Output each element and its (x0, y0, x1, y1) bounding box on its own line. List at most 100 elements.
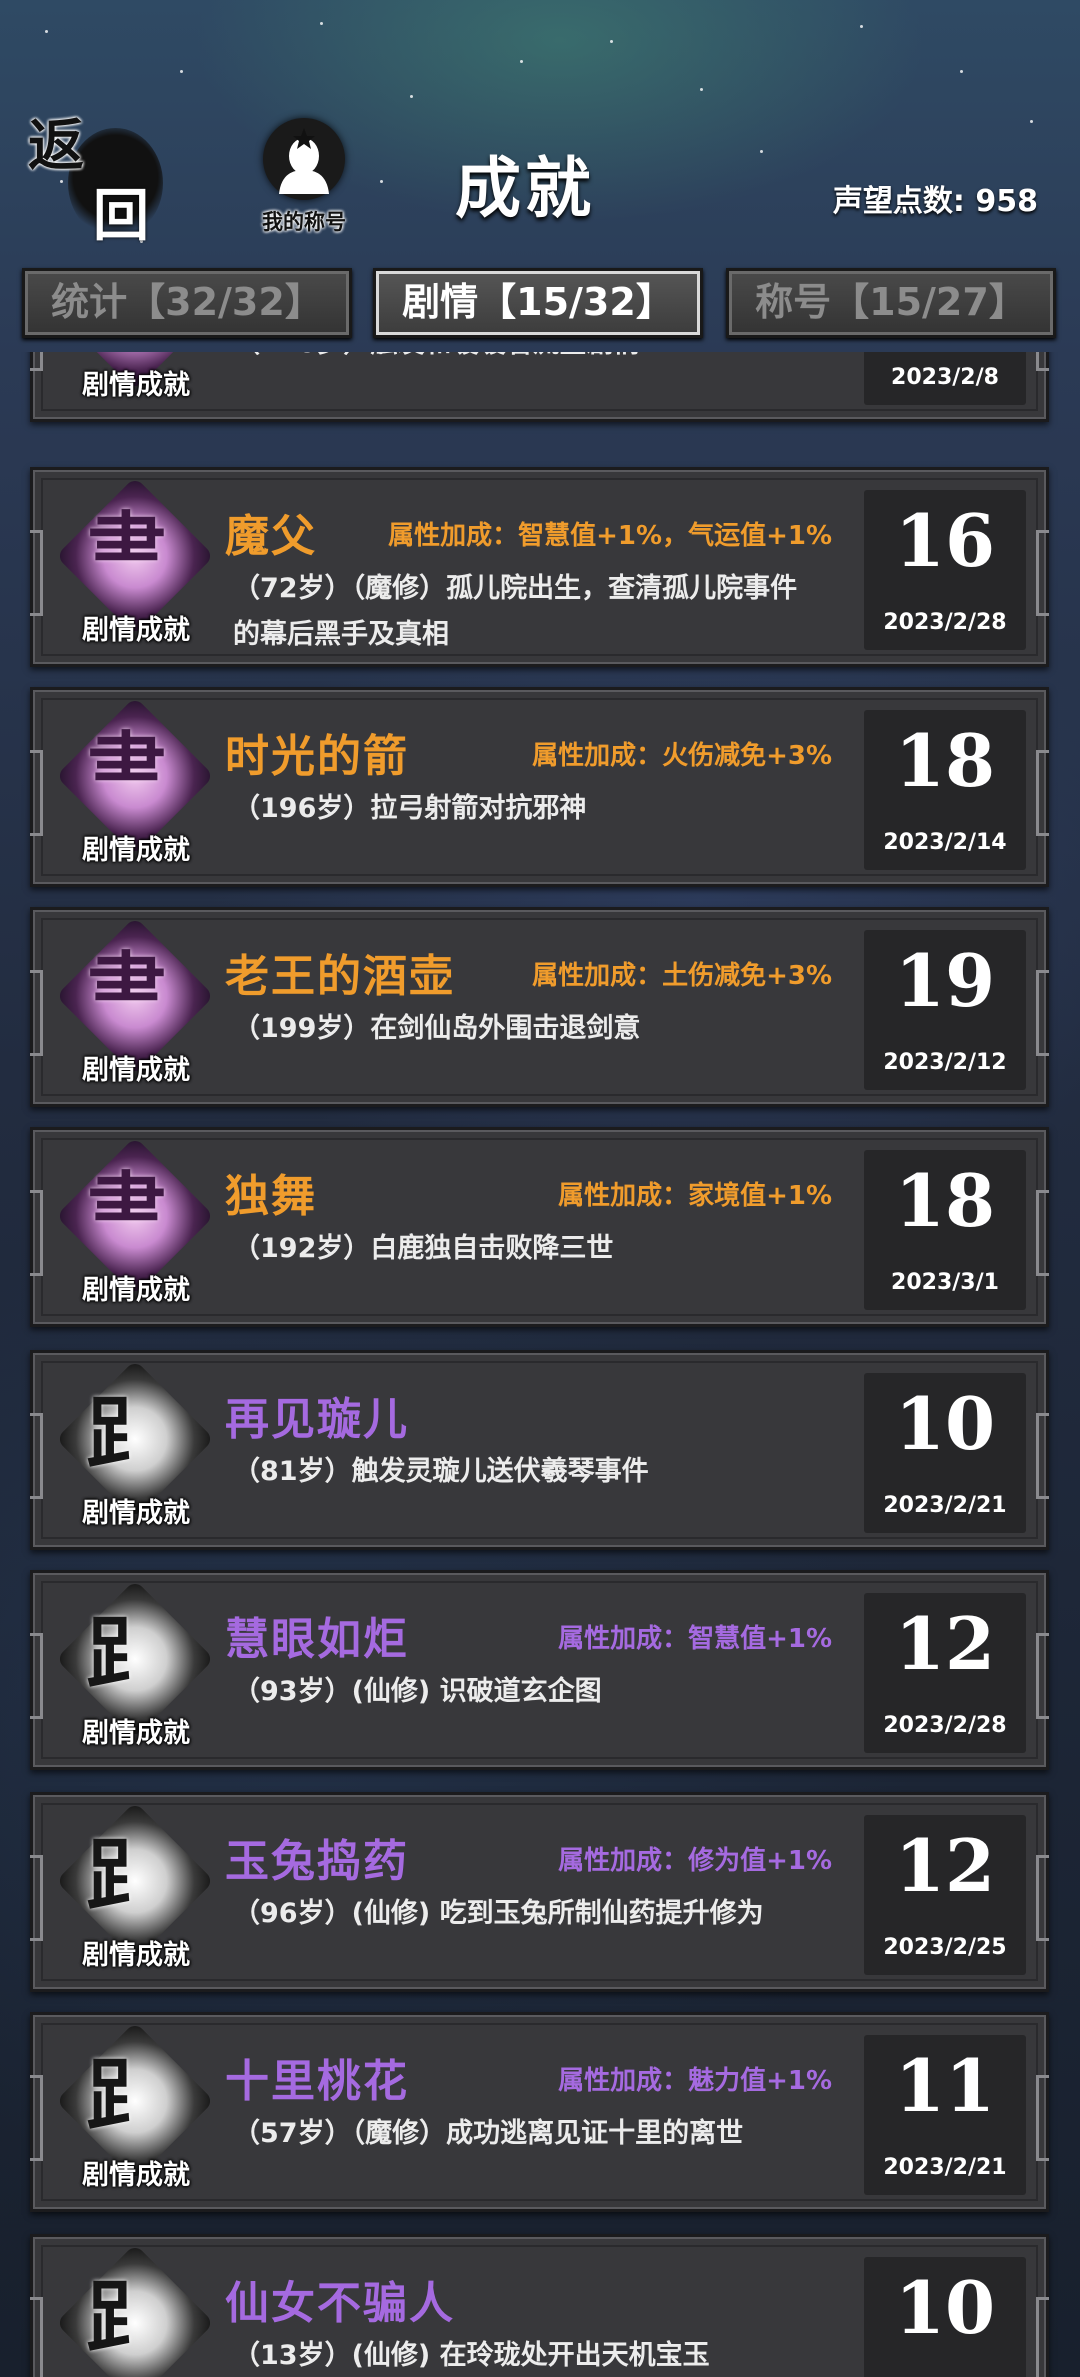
achievement-card[interactable]: ⺻ 剧情成就 （170岁）触发和暖暖看流星剧情 15 2023/2/8 (30, 352, 1049, 422)
badge-glyph: ⻊ (86, 1606, 166, 1700)
achievement-date: 2023/2/8 (891, 365, 999, 390)
star-decoration (320, 22, 323, 25)
achievement-name: 仙女不骗人 (225, 2278, 455, 2329)
back-button[interactable]: 返 回 (28, 108, 163, 258)
achievement-date: 2023/2/28 (883, 1713, 1007, 1738)
achievement-stat-box: 10 2023/2/21 (864, 1373, 1026, 1533)
achievement-count: 10 (894, 2265, 996, 2350)
achievement-count: 11 (894, 2043, 996, 2128)
achievement-card[interactable]: ⻊ 剧情成就 十里桃花 属性加成：魅力值+1% （57岁）（魔修）成功逃离见证十… (30, 2012, 1049, 2212)
achievement-badge-icon: ⺻ 剧情成就 (55, 696, 215, 868)
person-with-star-icon (279, 128, 329, 194)
achievement-stat-box: 18 2023/2/14 (864, 710, 1026, 870)
achievement-stat-box: 12 2023/2/28 (864, 1593, 1026, 1753)
page-title: 成就 (455, 150, 595, 227)
badge-glyph: ⻊ (86, 2270, 166, 2364)
achievement-date: 2023/2/25 (883, 1935, 1007, 1960)
achievement-card[interactable]: ⻊ 剧情成就 仙女不骗人 （13岁）(仙修) 在玲珑处开出天机宝玉 10 (30, 2234, 1049, 2377)
achievement-bonus: 属性加成：智慧值+1% (558, 1624, 832, 1654)
badge-glyph: ⻊ (86, 1828, 166, 1922)
achievement-stat-box: 15 2023/2/8 (864, 352, 1026, 405)
badge-caption: 剧情成就 (82, 370, 190, 401)
achievement-card[interactable]: ⻊ 剧情成就 慧眼如炬 属性加成：智慧值+1% （93岁）(仙修) 识破道玄企图… (30, 1570, 1049, 1770)
achievement-card[interactable]: ⺻ 剧情成就 魔父 属性加成：智慧值+1%，气运值+1% （72岁）（魔修）孤儿… (30, 467, 1049, 667)
back-label-second: 回 (93, 183, 149, 249)
achievement-description: （192岁）白鹿独自击败降三世 (233, 1233, 614, 1264)
achievement-count: 19 (894, 938, 996, 1023)
achievement-description: （199岁）在剑仙岛外围击退剑意 (233, 1013, 641, 1044)
achievement-description: （72岁）（魔修）孤儿院出生，查清孤儿院事件的幕后黑手及真相 (233, 573, 798, 650)
achievement-badge-icon: ⻊ 剧情成就 (55, 1801, 215, 1973)
achievement-card[interactable]: ⺻ 剧情成就 老王的酒壶 属性加成：土伤减免+3% （199岁）在剑仙岛外围击退… (30, 907, 1049, 1107)
achievement-name: 十里桃花 (225, 2056, 409, 2107)
achievement-card[interactable]: ⺻ 剧情成就 独舞 属性加成：家境值+1% （192岁）白鹿独自击败降三世 18… (30, 1127, 1049, 1327)
badge-glyph: ⺻ (86, 503, 166, 597)
achievement-bonus: 属性加成：修为值+1% (558, 1846, 832, 1876)
achievement-badge-icon: ⻊ 剧情成就 (55, 2021, 215, 2193)
tab-statistics[interactable]: 统计【32/32】 (22, 268, 352, 338)
tab-story[interactable]: 剧情【15/32】 (373, 268, 703, 338)
badge-caption: 剧情成就 (82, 835, 190, 866)
achievement-name: 独舞 (225, 1171, 317, 1222)
achievement-name: 时光的箭 (225, 731, 409, 782)
achievement-badge-icon: ⺻ 剧情成就 (55, 916, 215, 1088)
achievement-description: （96岁）(仙修) 吃到玉兔所制仙药提升修为 (233, 1898, 764, 1929)
achievement-date: 2023/2/21 (883, 2155, 1007, 2180)
achievement-bonus: 属性加成：家境值+1% (558, 1181, 832, 1211)
achievement-card[interactable]: ⺻ 剧情成就 时光的箭 属性加成：火伤减免+3% （196岁）拉弓射箭对抗邪神 … (30, 687, 1049, 887)
badge-caption: 剧情成就 (82, 1055, 190, 1086)
achievement-date: 2023/2/14 (883, 830, 1007, 855)
achievement-date: 2023/2/28 (883, 610, 1007, 635)
my-title-button[interactable]: 我的称号 (245, 118, 363, 236)
badge-caption: 剧情成就 (82, 1498, 190, 1529)
achievement-stat-box: 16 2023/2/28 (864, 490, 1026, 650)
achievement-badge-icon: ⻊ 剧情成就 (55, 1579, 215, 1751)
badge-caption: 剧情成就 (82, 2160, 190, 2191)
achievement-name: 魔父 (225, 511, 317, 562)
achievement-bonus: 属性加成：魅力值+1% (558, 2066, 832, 2096)
achievement-card[interactable]: ⻊ 剧情成就 再见璇儿 （81岁）触发灵璇儿送伏羲琴事件 10 2023/2/2… (30, 1350, 1049, 1550)
star-decoration (180, 70, 183, 73)
my-title-label: 我的称号 (262, 210, 346, 234)
achievement-description: （57岁）（魔修）成功逃离见证十里的离世 (233, 2118, 744, 2149)
badge-caption: 剧情成就 (82, 615, 190, 646)
achievement-bonus: 属性加成：智慧值+1%，气运值+1% (388, 521, 832, 551)
achievement-date: 2023/3/1 (891, 1270, 999, 1295)
star-decoration (760, 150, 763, 153)
achievement-description: （170岁）触发和暖暖看流星剧情 (233, 352, 823, 367)
badge-glyph: ⻊ (86, 2048, 166, 2142)
achievement-bonus: 属性加成：土伤减免+3% (532, 961, 832, 991)
achievement-stat-box: 19 2023/2/12 (864, 930, 1026, 1090)
achievement-stat-box: 10 (864, 2257, 1026, 2377)
achievement-count: 12 (894, 1823, 996, 1908)
achievement-description: （93岁）(仙修) 识破道玄企图 (233, 1676, 602, 1707)
star-decoration (960, 70, 963, 73)
star-decoration (610, 40, 613, 43)
badge-glyph: ⺻ (86, 943, 166, 1037)
achievement-date: 2023/2/12 (883, 1050, 1007, 1075)
badge-caption: 剧情成就 (82, 1275, 190, 1306)
achievement-count: 12 (894, 1601, 996, 1686)
achievement-badge-icon: ⻊ 剧情成就 (55, 1359, 215, 1531)
star-decoration (520, 60, 523, 63)
achievement-name: 玉兔捣药 (225, 1836, 409, 1887)
badge-caption: 剧情成就 (82, 1940, 190, 1971)
back-label-first: 返 (28, 113, 84, 179)
star-decoration (1030, 120, 1033, 123)
achievement-count: 16 (894, 498, 996, 583)
achievement-card[interactable]: ⻊ 剧情成就 玉兔捣药 属性加成：修为值+1% （96岁）(仙修) 吃到玉兔所制… (30, 1792, 1049, 1992)
achievement-badge-icon: ⺻ 剧情成就 (55, 1136, 215, 1308)
achievement-bonus: 属性加成：火伤减免+3% (532, 741, 832, 771)
badge-glyph: ⺻ (86, 1163, 166, 1257)
achievement-description: （13岁）(仙修) 在玲珑处开出天机宝玉 (233, 2340, 710, 2371)
tab-titles[interactable]: 称号【15/27】 (726, 268, 1056, 338)
achievement-list[interactable]: ⺻ 剧情成就 （170岁）触发和暖暖看流星剧情 15 2023/2/8 ⺻ 剧情… (0, 352, 1080, 2377)
achievement-count: 18 (894, 1158, 996, 1243)
achievement-stat-box: 12 2023/2/25 (864, 1815, 1026, 1975)
achievement-badge-icon: ⺻ 剧情成就 (55, 476, 215, 648)
badge-caption: 剧情成就 (82, 1718, 190, 1749)
reputation-points: 声望点数: 958 (832, 184, 1038, 219)
star-decoration (45, 30, 48, 33)
star-decoration (700, 88, 703, 91)
achievement-stat-box: 18 2023/3/1 (864, 1150, 1026, 1310)
